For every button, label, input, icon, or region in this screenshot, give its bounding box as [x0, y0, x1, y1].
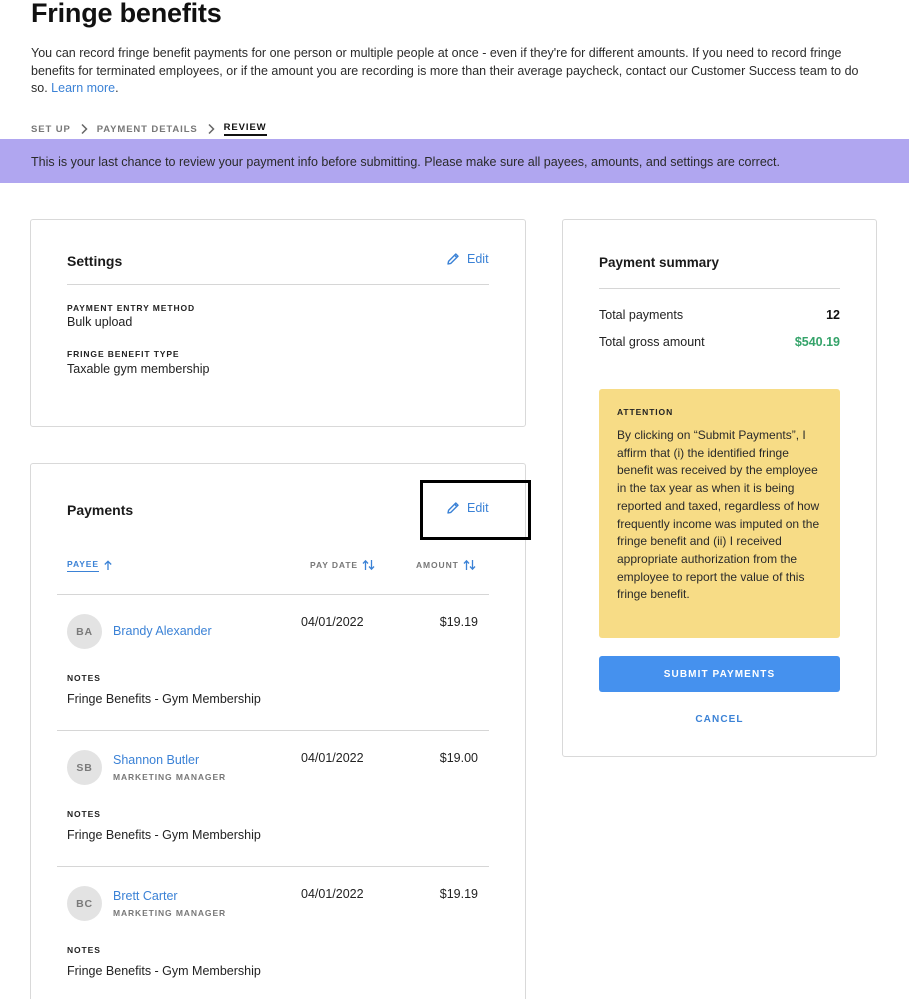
table-row: BA Brandy Alexander 04/01/2022 $19.19 No…: [57, 594, 489, 730]
column-header-amount-label: Amount: [416, 560, 459, 570]
notes-value: Fringe Benefits - Gym Membership: [67, 828, 261, 842]
attention-body: By clicking on “Submit Payments”, I affi…: [617, 428, 820, 602]
avatar: BA: [67, 614, 102, 649]
step-review[interactable]: Review: [223, 122, 267, 136]
amount: $19.00: [439, 751, 478, 765]
payment-entry-method-label: Payment entry method: [67, 303, 196, 313]
pay-date: 04/01/2022: [301, 887, 364, 901]
amount: $19.19: [439, 887, 478, 901]
settings-edit-button[interactable]: Edit: [446, 252, 489, 266]
review-banner: This is your last chance to review your …: [0, 139, 909, 183]
chevron-right-icon: [79, 123, 89, 135]
fringe-benefit-type-label: Fringe benefit type: [67, 349, 180, 359]
amount: $19.19: [439, 615, 478, 629]
payee-role: Marketing Manager: [113, 908, 227, 918]
submit-payments-button[interactable]: Submit payments: [599, 656, 840, 692]
payee-name-link[interactable]: Shannon Butler: [113, 753, 199, 767]
intro-period: .: [115, 81, 119, 95]
highlight-box: [420, 480, 531, 540]
total-gross-label: Total gross amount: [599, 335, 705, 349]
step-setup[interactable]: Set up: [31, 124, 71, 135]
sort-both-icon: [362, 559, 375, 571]
avatar: SB: [67, 750, 102, 785]
total-gross-value: $540.19: [794, 335, 840, 349]
column-header-pay-date-label: Pay date: [310, 560, 358, 570]
column-header-payee[interactable]: Payee: [67, 559, 113, 572]
total-payments-value: 12: [826, 308, 840, 322]
pencil-icon: [447, 253, 459, 265]
column-header-payee-label: Payee: [67, 559, 99, 572]
chevron-right-icon: [206, 123, 216, 135]
fringe-benefit-type-value: Taxable gym membership: [67, 362, 210, 376]
payee-name-link[interactable]: Brett Carter: [113, 889, 178, 903]
payments-title: Payments: [67, 502, 134, 518]
payment-entry-method-value: Bulk upload: [67, 315, 133, 329]
step-payment-details[interactable]: Payment details: [97, 124, 198, 135]
sort-ascending-icon: [104, 560, 112, 570]
pay-date: 04/01/2022: [301, 751, 364, 765]
notes-label: Notes: [67, 945, 101, 955]
column-header-amount[interactable]: Amount: [416, 559, 476, 571]
cancel-button[interactable]: Cancel: [599, 714, 840, 725]
attention-title: Attention: [617, 407, 674, 417]
total-payments-label: Total payments: [599, 308, 684, 322]
payee-role: Marketing Manager: [113, 772, 227, 782]
avatar: BC: [67, 886, 102, 921]
notes-value: Fringe Benefits - Gym Membership: [67, 964, 261, 978]
pay-date: 04/01/2022: [301, 615, 364, 629]
sort-both-icon: [463, 559, 476, 571]
learn-more-link[interactable]: Learn more: [51, 81, 115, 95]
table-row: BC Brett Carter Marketing Manager 04/01/…: [57, 866, 489, 999]
intro-body: You can record fringe benefit payments f…: [31, 46, 859, 95]
stepper: Set up Payment details Review: [31, 122, 267, 136]
page-title: Fringe benefits: [31, 0, 222, 28]
notes-label: Notes: [67, 809, 101, 819]
attention-notice: Attention By clicking on “Submit Payment…: [599, 389, 840, 638]
payment-summary-title: Payment summary: [599, 255, 720, 270]
settings-title: Settings: [67, 253, 123, 269]
intro-text: You can record fringe benefit payments f…: [31, 45, 876, 98]
divider: [599, 288, 840, 289]
table-row: SB Shannon Butler Marketing Manager 04/0…: [57, 730, 489, 866]
settings-edit-label: Edit: [467, 252, 489, 266]
notes-value: Fringe Benefits - Gym Membership: [67, 692, 261, 706]
payee-name-link[interactable]: Brandy Alexander: [113, 624, 212, 638]
divider: [67, 284, 489, 285]
notes-label: Notes: [67, 673, 101, 683]
column-header-pay-date[interactable]: Pay date: [310, 559, 375, 571]
